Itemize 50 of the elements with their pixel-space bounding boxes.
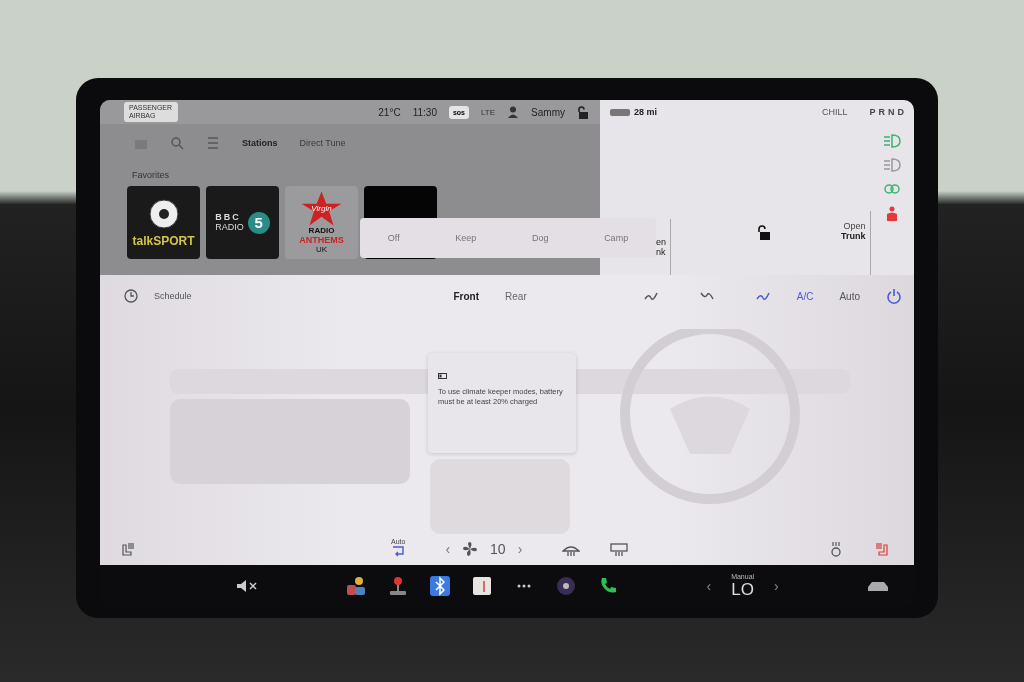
front-defrost-icon[interactable]: [562, 543, 581, 557]
fan-increase-button[interactable]: ›: [517, 542, 523, 556]
car-icon[interactable]: [866, 579, 890, 593]
power-icon[interactable]: [886, 288, 902, 304]
camera-icon[interactable]: [555, 575, 578, 597]
recirculation-icon[interactable]: [391, 545, 406, 557]
favorites-heading: Favorites: [131, 169, 170, 182]
gear-letter: N: [888, 107, 895, 117]
person-icon: [507, 106, 520, 118]
clock: 11:30: [412, 106, 437, 118]
seatbelt-warning-icon: [884, 206, 900, 222]
volume-muted-icon[interactable]: [236, 579, 258, 593]
cabin-temperature[interactable]: LO: [731, 579, 754, 600]
fan-speed: 10: [490, 541, 506, 557]
football-icon: [147, 197, 180, 230]
auto-headlight-icon: [882, 158, 902, 172]
seat-heater-icon[interactable]: [874, 541, 890, 557]
seat-heater-icon[interactable]: [120, 541, 136, 557]
gear-letter: R: [878, 107, 885, 117]
gear-letter: D: [897, 107, 904, 117]
network-indicator: LTE: [481, 107, 496, 117]
rear-defrost-icon[interactable]: [610, 543, 629, 557]
battery-indicator: [610, 108, 630, 116]
zone-tab[interactable]: Rear: [505, 290, 527, 302]
steering-wheel-heater-icon[interactable]: [828, 541, 844, 557]
auto-button[interactable]: Auto: [839, 290, 860, 302]
bluetooth-icon[interactable]: [429, 575, 452, 597]
temperature-decrease-button[interactable]: ‹: [706, 578, 712, 594]
headlight-icon: [882, 134, 902, 148]
temperature-increase-button[interactable]: ›: [774, 578, 779, 594]
media-tab[interactable]: Stations: [242, 138, 278, 148]
parking-light-icon: [882, 182, 902, 196]
user-profile[interactable]: Sammy: [531, 106, 565, 118]
schedule-button[interactable]: Schedule: [154, 291, 192, 301]
unlocked-padlock-icon[interactable]: [577, 105, 588, 119]
drive-mode: CHILL: [821, 107, 848, 117]
unlocked-padlock-icon[interactable]: [757, 225, 771, 241]
range-text: 28 mi: [634, 107, 657, 117]
clock-icon[interactable]: [124, 289, 138, 303]
battery-icon: [438, 373, 448, 379]
station-tile[interactable]: Virgin RADIO ANTHEMS UK: [285, 186, 358, 259]
temperature: 21°C: [378, 106, 401, 118]
station-tile[interactable]: BBC RADIO 5: [206, 186, 279, 259]
station-tile[interactable]: talkSPORT: [127, 186, 200, 259]
fan-icon: [462, 541, 479, 557]
ac-button[interactable]: A/C: [796, 290, 814, 302]
fan-decrease-button[interactable]: ‹: [445, 542, 451, 556]
gear-letter: P: [869, 107, 876, 117]
media-tab[interactable]: Direct Tune: [299, 138, 346, 148]
zone-tab[interactable]: Front: [453, 290, 480, 302]
